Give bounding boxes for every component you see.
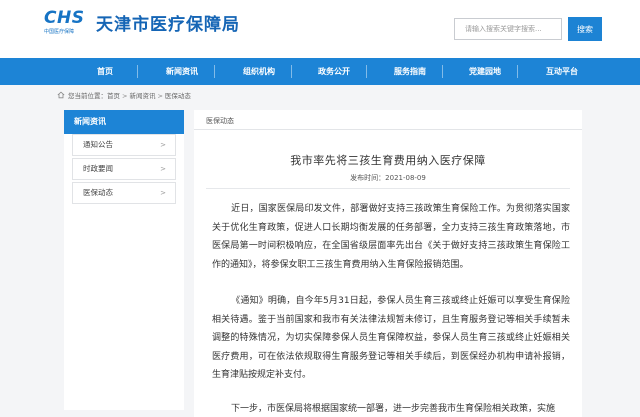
nav-divider (214, 65, 215, 78)
sidebar-item-notices[interactable]: 通知公告 > (72, 134, 176, 156)
search-button[interactable]: 搜索 (568, 17, 602, 41)
sidebar-item-label: 时政要闻 (83, 164, 113, 173)
breadcrumb-news[interactable]: 新闻资讯 (129, 92, 155, 100)
chevron-right-icon: > (160, 189, 166, 197)
logo-subtitle: 中国医疗保障 (44, 29, 75, 35)
nav-divider (137, 65, 138, 78)
sidebar-title: 新闻资讯 (64, 110, 184, 134)
breadcrumb-home[interactable]: 首页 (107, 92, 120, 100)
main-nav: 首页 新闻资讯 组织机构 政务公开 服务指南 党建园地 互动平台 (0, 58, 640, 85)
site-header: CHS 中国医疗保障 天津市医疗保障局 搜索 (0, 0, 640, 58)
article-title: 我市率先将三孩生育费用纳入医疗保障 (290, 154, 486, 167)
sidebar-item-label: 通知公告 (83, 140, 113, 149)
sidebar-item-label: 医保动态 (83, 188, 113, 197)
home-icon (57, 91, 65, 99)
article-paragraph: 下一步，市医保局将根据国家统一部署，进一步完善我市生育保险相关政策，实施 (231, 404, 556, 414)
search-input[interactable] (454, 18, 562, 40)
nav-item-news[interactable]: 新闻资讯 (150, 58, 214, 85)
nav-item-organization[interactable]: 组织机构 (227, 58, 291, 85)
nav-divider (291, 65, 292, 78)
nav-divider (517, 65, 518, 78)
breadcrumb: 您当前位置：首页 > 新闻资讯 > 医保动态 (68, 90, 191, 100)
nav-item-home[interactable]: 首页 (73, 58, 137, 85)
article-panel: 医保动态 我市率先将三孩生育费用纳入医疗保障 发布时间：2021-08-09 近… (194, 110, 582, 417)
sidebar-item-political-news[interactable]: 时政要闻 > (72, 158, 176, 180)
divider (206, 188, 570, 189)
chevron-right-icon: > (160, 165, 166, 173)
site-logo[interactable]: CHS 中国医疗保障 (44, 8, 94, 38)
breadcrumb-sep: > (122, 92, 128, 100)
nav-divider (442, 65, 443, 78)
sidebar-item-medical-insurance-news[interactable]: 医保动态 > (72, 182, 176, 204)
site-title[interactable]: 天津市医疗保障局 (96, 10, 240, 35)
breadcrumb-current[interactable]: 医保动态 (165, 92, 191, 100)
breadcrumb-prefix: 您当前位置： (68, 92, 107, 100)
nav-item-gov-affairs[interactable]: 政务公开 (302, 58, 366, 85)
publish-date: 发布时间：2021-08-09 (350, 174, 426, 182)
section-label: 医保动态 (206, 117, 234, 125)
logo-mark: CHS (44, 8, 85, 28)
article-paragraph: 《通知》明确，自今年5月31日起，参保人员生育三孩或终止妊娠可以享受生育保险相关… (212, 296, 570, 380)
section-tab: 医保动态 (194, 110, 582, 130)
nav-item-service-guide[interactable]: 服务指南 (378, 58, 442, 85)
chevron-right-icon: > (160, 141, 166, 149)
article-paragraph: 近日，国家医保局印发文件，部署做好支持三孩政策生育保险工作。为贯彻落实国家关于优… (212, 204, 570, 270)
breadcrumb-bar: 您当前位置：首页 > 新闻资讯 > 医保动态 (0, 85, 640, 104)
nav-item-party-building[interactable]: 党建园地 (453, 58, 517, 85)
nav-item-interaction[interactable]: 互动平台 (530, 58, 594, 85)
nav-divider (366, 65, 367, 78)
sidebar: 新闻资讯 通知公告 > 时政要闻 > 医保动态 > (64, 110, 184, 410)
breadcrumb-sep: > (157, 92, 163, 100)
